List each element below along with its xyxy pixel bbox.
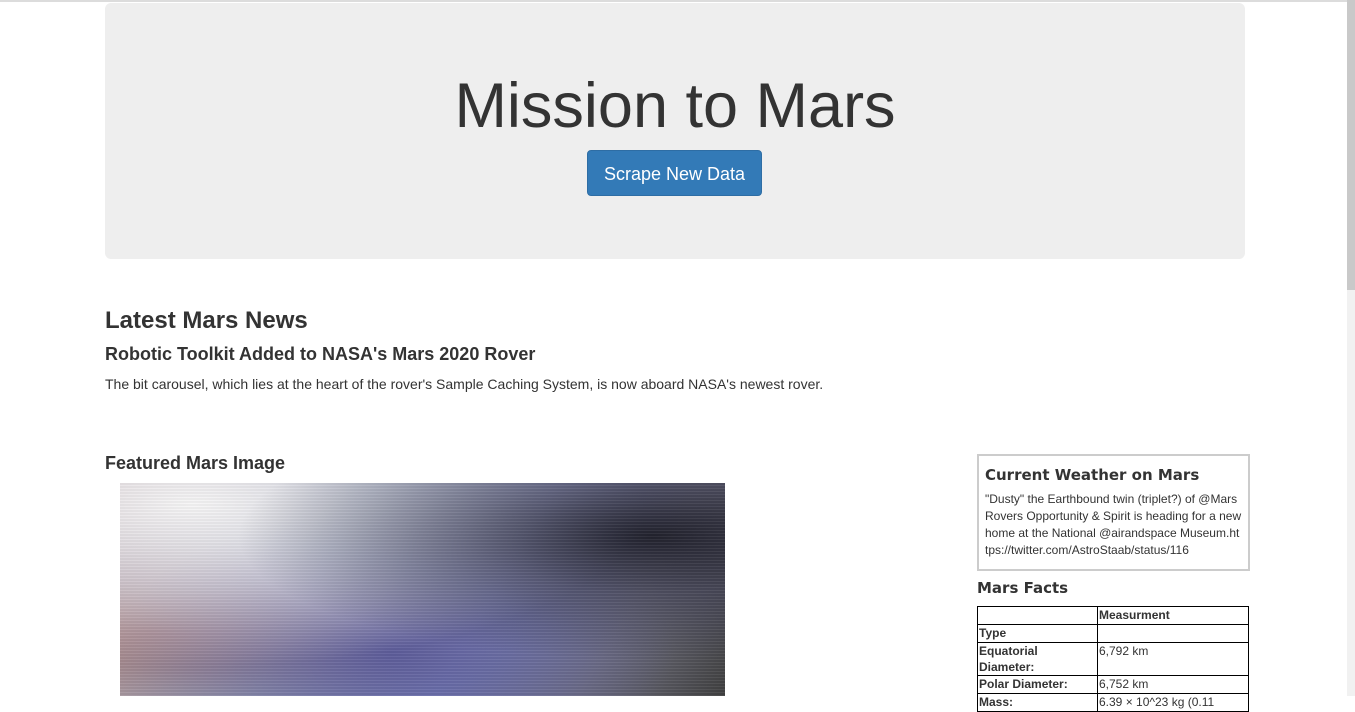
news-title: Robotic Toolkit Added to NASA's Mars 202… [105, 344, 536, 364]
fact-value: 6,752 km [1097, 675, 1249, 694]
table-header-blank [977, 606, 1098, 625]
fact-value: 6,792 km [1097, 642, 1249, 676]
scrollbar-thumb[interactable] [1347, 0, 1355, 290]
scrape-new-data-button[interactable]: Scrape New Data [587, 150, 762, 196]
table-row: Mass: 6.39 × 10^23 kg (0.11 [977, 693, 1249, 712]
window-top-border [0, 0, 1355, 2]
mars-facts-table: Measurment Type Equatorial Diameter: 6,7… [977, 606, 1249, 712]
page-title: Mission to Mars [454, 71, 896, 141]
featured-mars-image [120, 483, 725, 696]
mars-facts-heading: Mars Facts [977, 579, 1069, 597]
weather-text: "Dusty" the Earthbound twin (triplet?) o… [985, 492, 1242, 557]
latest-news-heading: Latest Mars News [105, 307, 308, 334]
table-header-row: Measurment [977, 606, 1249, 625]
news-paragraph: The bit carousel, which lies at the hear… [105, 376, 824, 392]
table-row: Type [977, 624, 1249, 643]
fact-label: Type [977, 624, 1098, 643]
page-scrollbar[interactable] [1347, 0, 1355, 696]
weather-heading: Current Weather on Mars [985, 466, 1200, 484]
fact-label: Equatorial Diameter: [977, 642, 1098, 676]
fact-value [1097, 624, 1249, 643]
fact-label: Mass: [977, 693, 1098, 712]
featured-image-heading: Featured Mars Image [105, 453, 286, 473]
table-header-measurement: Measurment [1097, 606, 1249, 625]
jumbotron: Mission to Mars Scrape New Data [105, 3, 1245, 259]
fact-value: 6.39 × 10^23 kg (0.11 [1097, 693, 1249, 712]
weather-panel: Current Weather on Mars "Dusty" the Eart… [977, 454, 1250, 571]
table-row: Polar Diameter: 6,752 km [977, 675, 1249, 694]
fact-label: Polar Diameter: [977, 675, 1098, 694]
table-row: Equatorial Diameter: 6,792 km [977, 642, 1249, 676]
